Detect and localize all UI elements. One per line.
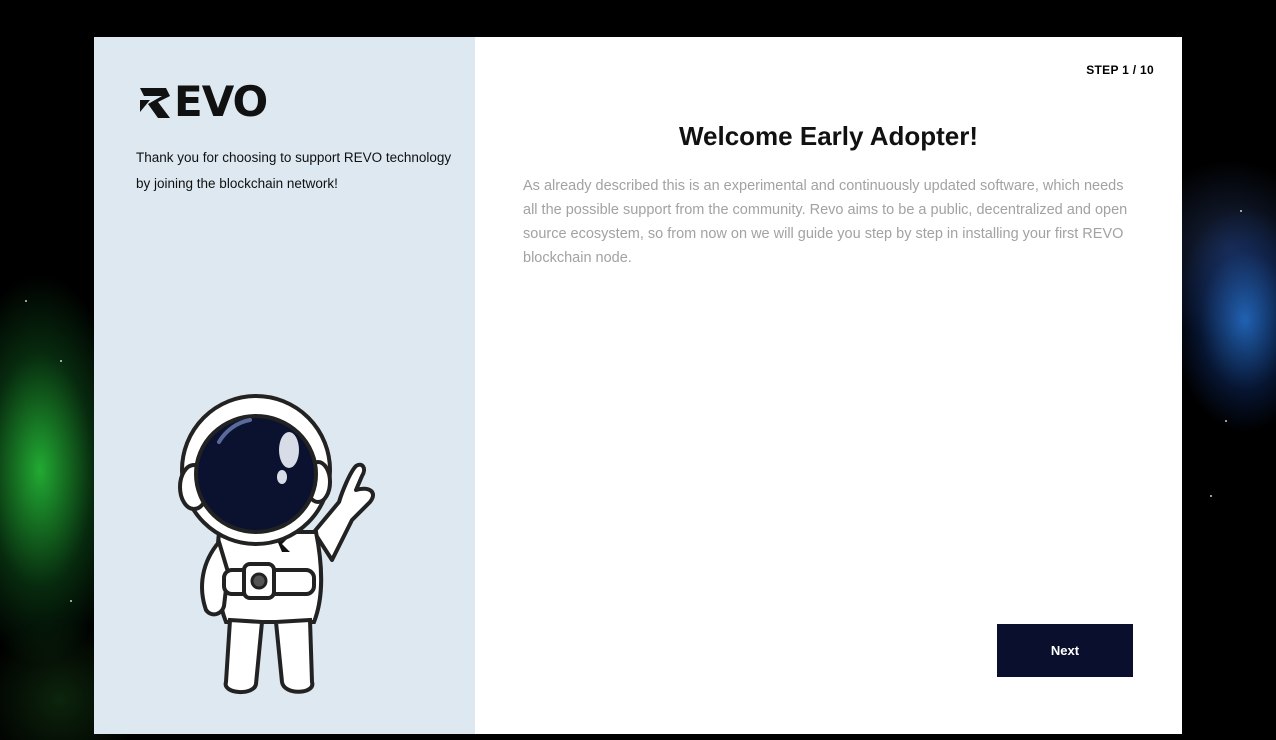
step-indicator: STEP 1 / 10: [1086, 63, 1154, 77]
wizard-card: EVO Thank you for choosing to support RE…: [94, 37, 1182, 734]
revo-r-mark-icon: [140, 88, 170, 118]
revo-logo: EVO: [136, 77, 268, 126]
star: [60, 360, 62, 362]
astronaut-illustration: [178, 394, 375, 694]
brand-panel: EVO Thank you for choosing to support RE…: [94, 37, 475, 734]
star: [1240, 210, 1242, 212]
description-text: As already described this is an experime…: [523, 178, 1128, 266]
content-panel: STEP 1 / 10 Welcome Early Adopter! As al…: [475, 37, 1182, 734]
tagline: Thank you for choosing to support REVO t…: [136, 150, 452, 191]
page-title: Welcome Early Adopter!: [678, 121, 979, 151]
logo-wordmark: EVO: [174, 77, 268, 126]
star: [25, 300, 27, 302]
star: [70, 600, 72, 602]
next-button[interactable]: Next: [997, 624, 1133, 677]
star: [1225, 420, 1227, 422]
star: [1210, 495, 1212, 497]
